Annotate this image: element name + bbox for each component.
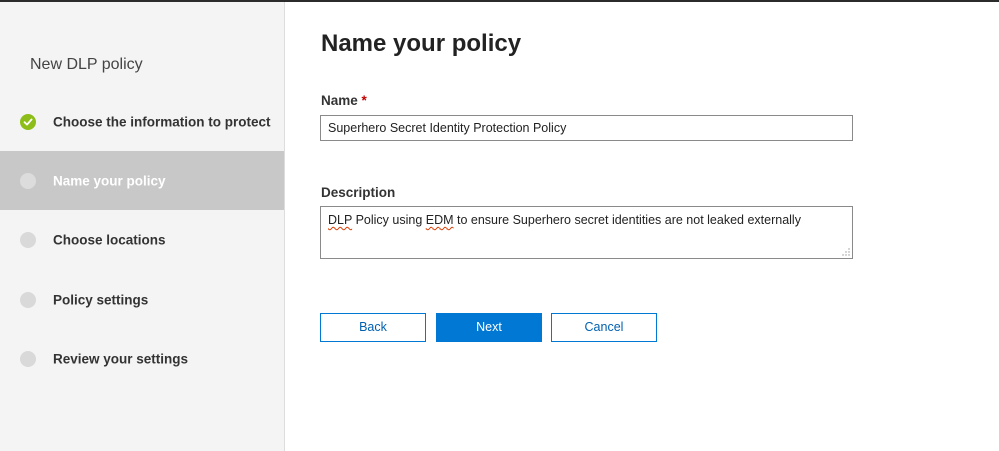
name-label-text: Name	[321, 93, 358, 108]
wizard-sidebar: New DLP policy Choose the information to…	[0, 2, 285, 451]
step-policy-settings[interactable]: Policy settings	[0, 270, 284, 329]
next-button[interactable]: Next	[436, 313, 542, 342]
description-field-label: Description	[321, 185, 396, 200]
wizard-title: New DLP policy	[30, 56, 143, 73]
step-label: Choose the information to protect	[53, 114, 271, 129]
policy-description-textarea[interactable]: DLP Policy using EDM to ensure Superhero…	[320, 206, 853, 259]
policy-name-input[interactable]	[320, 115, 853, 141]
description-text-part: EDM	[425, 213, 454, 227]
page-title: Name your policy	[321, 30, 522, 57]
name-field-label: Name *	[321, 93, 367, 108]
checkmark-icon	[20, 113, 36, 130]
description-text-part: to ensure Superhero secret identities ar…	[453, 213, 801, 227]
step-label: Review your settings	[53, 351, 189, 366]
circle-icon	[20, 350, 36, 367]
cancel-button[interactable]: Cancel	[551, 313, 657, 342]
wizard-main-panel: Name your policy Name * Description DLP …	[285, 2, 999, 451]
step-label: Policy settings	[53, 292, 149, 307]
step-review-settings[interactable]: Review your settings	[0, 329, 284, 388]
resize-grip-icon[interactable]	[842, 248, 850, 256]
step-label: Name your policy	[53, 173, 166, 188]
step-choose-locations[interactable]: Choose locations	[0, 210, 284, 269]
required-marker: *	[361, 93, 367, 108]
circle-icon	[20, 231, 36, 248]
circle-icon	[20, 172, 36, 189]
description-text-part: DLP	[328, 213, 353, 227]
back-button[interactable]: Back	[320, 313, 426, 342]
step-choose-information[interactable]: Choose the information to protect	[0, 92, 284, 151]
circle-icon	[20, 291, 36, 308]
step-name-policy[interactable]: Name your policy	[0, 151, 284, 210]
step-label: Choose locations	[53, 232, 166, 247]
description-text-part: Policy using	[352, 213, 426, 227]
